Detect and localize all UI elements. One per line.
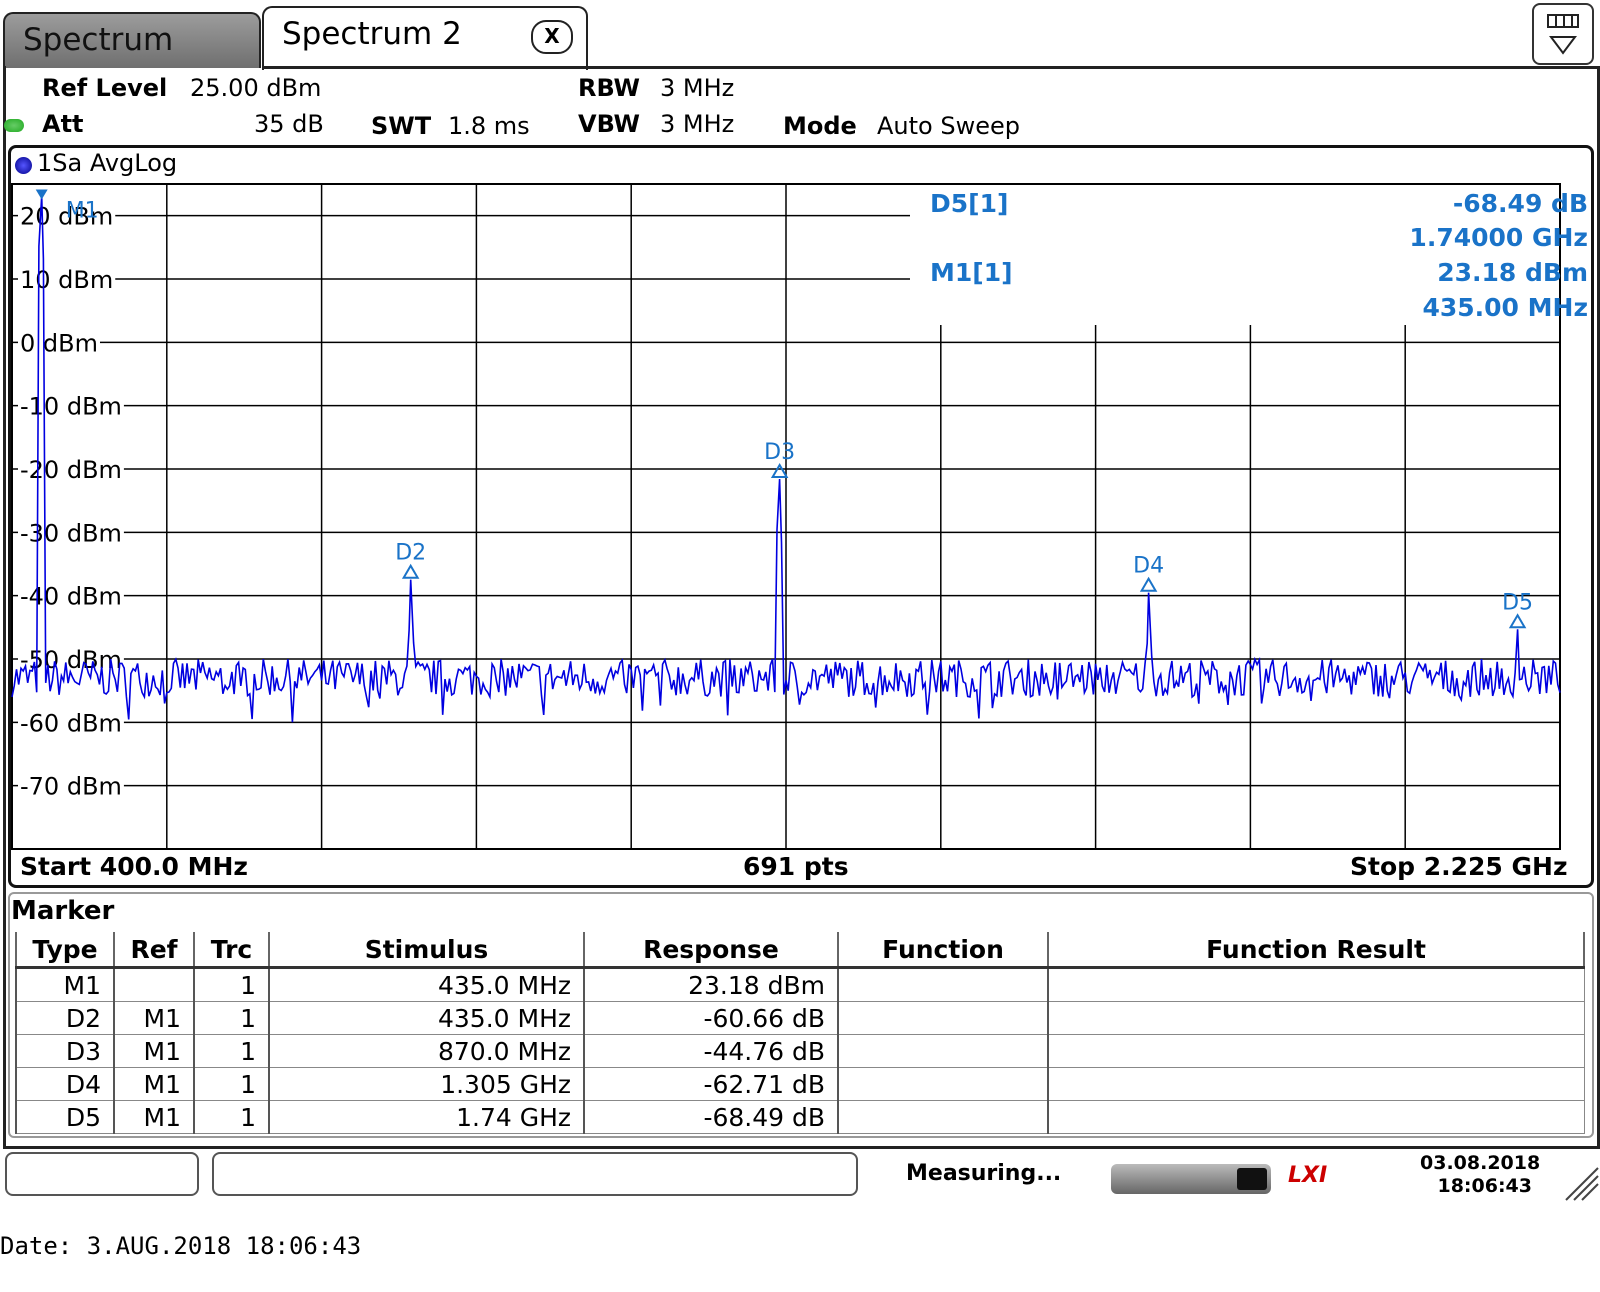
marker-delta-label: D5 xyxy=(1502,590,1533,615)
marker-table: Type Ref Trc Stimulus Response Function Functi… xyxy=(15,932,1585,1134)
readout-d5-name: D5[1] xyxy=(930,189,1008,218)
marker-readout: D5[1] -68.49 dB 1.74000 GHz M1[1] 23.18 dBm 4… xyxy=(930,189,1588,322)
marker-m1-icon xyxy=(35,189,48,200)
table-cell: D4 xyxy=(15,1067,115,1101)
table-cell: D3 xyxy=(15,1034,115,1068)
table-cell: 1 xyxy=(193,1034,270,1068)
table-cell: D2 xyxy=(15,1001,115,1035)
table-cell xyxy=(113,967,195,1002)
system-time: 18:06:43 xyxy=(1437,1175,1532,1197)
table-cell xyxy=(1047,967,1585,1002)
print-date-footer: Date: 3.AUG.2018 18:06:43 xyxy=(0,1232,362,1260)
marker-delta-label: D2 xyxy=(395,541,426,566)
marker-table-title: Marker xyxy=(11,896,115,926)
column-header-function-result: Function Result xyxy=(1047,932,1585,969)
table-row[interactable]: D4 M1 1 1.305 GHz -62.71 dB xyxy=(15,1067,1585,1101)
table-cell: 1.305 GHz xyxy=(268,1067,585,1101)
sweep-points: 691 pts xyxy=(743,852,849,881)
table-cell: 1 xyxy=(193,1067,270,1101)
table-cell: -60.66 dB xyxy=(583,1001,839,1035)
y-tick-label: -70 dBm xyxy=(20,773,122,801)
lxi-logo: LXI xyxy=(1288,1163,1328,1188)
y-tick-label: -60 dBm xyxy=(20,709,122,737)
table-cell: 23.18 dBm xyxy=(583,967,839,1002)
table-cell xyxy=(1047,1034,1585,1068)
y-tick-label: -10 dBm xyxy=(20,393,122,421)
y-tick-label: -30 dBm xyxy=(20,519,122,547)
table-cell: -68.49 dB xyxy=(583,1100,839,1134)
marker-delta-label: D4 xyxy=(1133,554,1164,579)
readout-m1-value: 23.18 dBm xyxy=(1437,258,1588,287)
y-axis-labels: 20 dBm10 dBm0 dBm-10 dBm-20 dBm-30 dBm-4… xyxy=(18,202,124,801)
column-header-function: Function xyxy=(837,932,1049,969)
marker-delta-icon xyxy=(1508,613,1527,629)
y-tick-label: 10 dBm xyxy=(20,266,113,294)
measuring-status: Measuring... xyxy=(906,1161,1062,1186)
table-cell: 870.0 MHz xyxy=(268,1034,585,1068)
table-cell xyxy=(837,1067,1049,1101)
table-row[interactable]: D2 M1 1 435.0 MHz -60.66 dB xyxy=(15,1001,1585,1035)
table-cell: 1 xyxy=(193,1100,270,1134)
start-frequency: Start 400.0 MHz xyxy=(20,852,248,881)
table-cell: 435.0 MHz xyxy=(268,1001,585,1035)
plot-grid xyxy=(11,183,1561,850)
status-box-2[interactable] xyxy=(212,1152,858,1196)
table-cell: M1 xyxy=(113,1034,195,1068)
column-header-ref: Ref xyxy=(113,932,195,969)
system-datetime: 03.08.2018 18:06:43 xyxy=(1420,1152,1541,1198)
table-cell: -44.76 dB xyxy=(583,1034,839,1068)
table-cell: 1.74 GHz xyxy=(268,1100,585,1134)
table-cell xyxy=(1047,1001,1585,1035)
table-cell: -62.71 dB xyxy=(583,1067,839,1101)
stop-frequency: Stop 2.225 GHz xyxy=(1350,852,1568,881)
readout-m1-name: M1[1] xyxy=(930,258,1013,287)
sweep-progress-bar xyxy=(1111,1164,1271,1194)
system-date: 03.08.2018 xyxy=(1420,1152,1541,1174)
table-cell: 1 xyxy=(193,967,270,1002)
column-header-trc: Trc xyxy=(193,932,270,969)
table-cell: M1 xyxy=(113,1100,195,1134)
y-tick-label: -20 dBm xyxy=(20,456,122,484)
marker-flags: M1 D2 D3 D4 D5 xyxy=(35,189,1533,629)
status-box-1[interactable] xyxy=(5,1152,199,1196)
table-cell xyxy=(1047,1100,1585,1134)
marker-delta-label: D3 xyxy=(764,440,795,465)
marker-table-header: Type Ref Trc Stimulus Response Function Functi… xyxy=(15,932,1585,969)
table-cell: 1 xyxy=(193,1001,270,1035)
table-cell xyxy=(837,1100,1049,1134)
y-tick-label: -40 dBm xyxy=(20,583,122,611)
table-cell: M1 xyxy=(113,1001,195,1035)
table-cell xyxy=(837,1001,1049,1035)
readout-d5-value: -68.49 dB xyxy=(1453,189,1588,218)
marker-delta-icon xyxy=(1139,576,1158,592)
marker-m1-label: M1 xyxy=(66,199,99,224)
table-row[interactable]: D5 M1 1 1.74 GHz -68.49 dB xyxy=(15,1100,1585,1134)
table-row[interactable]: M1 1 435.0 MHz 23.18 dBm xyxy=(15,967,1585,1002)
marker-delta-icon xyxy=(401,563,420,579)
table-cell: M1 xyxy=(15,967,115,1002)
progress-fill xyxy=(1237,1168,1267,1190)
table-cell: D5 xyxy=(15,1100,115,1134)
column-header-response: Response xyxy=(583,932,839,969)
table-cell xyxy=(837,1034,1049,1068)
readout-m1-frequency: 435.00 MHz xyxy=(1422,293,1588,322)
table-cell xyxy=(1047,1067,1585,1101)
column-header-type: Type xyxy=(15,932,115,969)
table-cell xyxy=(837,967,1049,1002)
marker-delta-icon xyxy=(770,463,789,479)
column-header-stimulus: Stimulus xyxy=(268,932,585,969)
y-tick-label: 0 dBm xyxy=(20,329,98,357)
table-row[interactable]: D3 M1 1 870.0 MHz -44.76 dB xyxy=(15,1034,1585,1068)
readout-d5-frequency: 1.74000 GHz xyxy=(1409,223,1588,252)
table-cell: 435.0 MHz xyxy=(268,967,585,1002)
table-cell: M1 xyxy=(113,1067,195,1101)
